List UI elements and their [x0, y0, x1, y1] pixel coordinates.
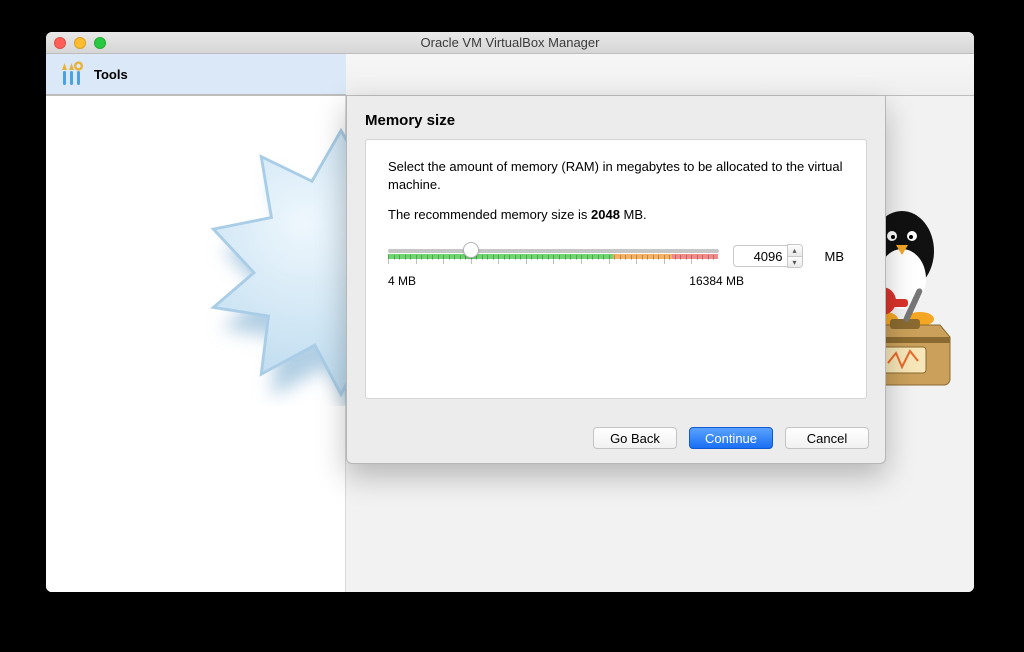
recommended-suffix: MB. [620, 207, 647, 222]
wizard-description: Select the amount of memory (RAM) in meg… [388, 158, 844, 193]
cancel-button[interactable]: Cancel [785, 427, 869, 449]
minimize-window-button[interactable] [74, 37, 86, 49]
wizard-title: Memory size [365, 112, 867, 129]
wizard-sheet: Memory size Select the amount of memory … [346, 96, 886, 464]
tools-icon [60, 61, 84, 87]
continue-button[interactable]: Continue [689, 427, 773, 449]
slider-max-label: 16384 MB [689, 274, 744, 288]
zoom-window-button[interactable] [94, 37, 106, 49]
content-area: Memory size Select the amount of memory … [46, 96, 974, 592]
recommended-prefix: The recommended memory size is [388, 207, 591, 222]
memory-unit-label: MB [825, 249, 845, 264]
sidebar-item-label: Tools [94, 67, 128, 82]
slider-min-label: 4 MB [388, 274, 416, 288]
memory-value-input[interactable] [733, 245, 787, 267]
memory-slider[interactable] [388, 242, 719, 270]
memory-stepper: ▴ ▾ [733, 244, 803, 268]
close-window-button[interactable] [54, 37, 66, 49]
sidebar [46, 96, 346, 592]
recommended-value: 2048 [591, 207, 620, 222]
wizard-buttons: Go Back Continue Cancel [347, 413, 885, 463]
memory-step-down-button[interactable]: ▾ [788, 256, 802, 267]
app-window: Oracle VM VirtualBox Manager Tools [46, 32, 974, 592]
wizard-recommended: The recommended memory size is 2048 MB. [388, 207, 844, 222]
sidebar-item-tools[interactable]: Tools [46, 54, 346, 95]
titlebar: Oracle VM VirtualBox Manager [46, 32, 974, 54]
window-title: Oracle VM VirtualBox Manager [421, 35, 600, 50]
memory-step-up-button[interactable]: ▴ [788, 245, 802, 256]
go-back-button[interactable]: Go Back [593, 427, 677, 449]
traffic-lights [54, 37, 106, 49]
wizard-body: Select the amount of memory (RAM) in meg… [365, 139, 867, 399]
toolbar: Tools [46, 54, 974, 96]
